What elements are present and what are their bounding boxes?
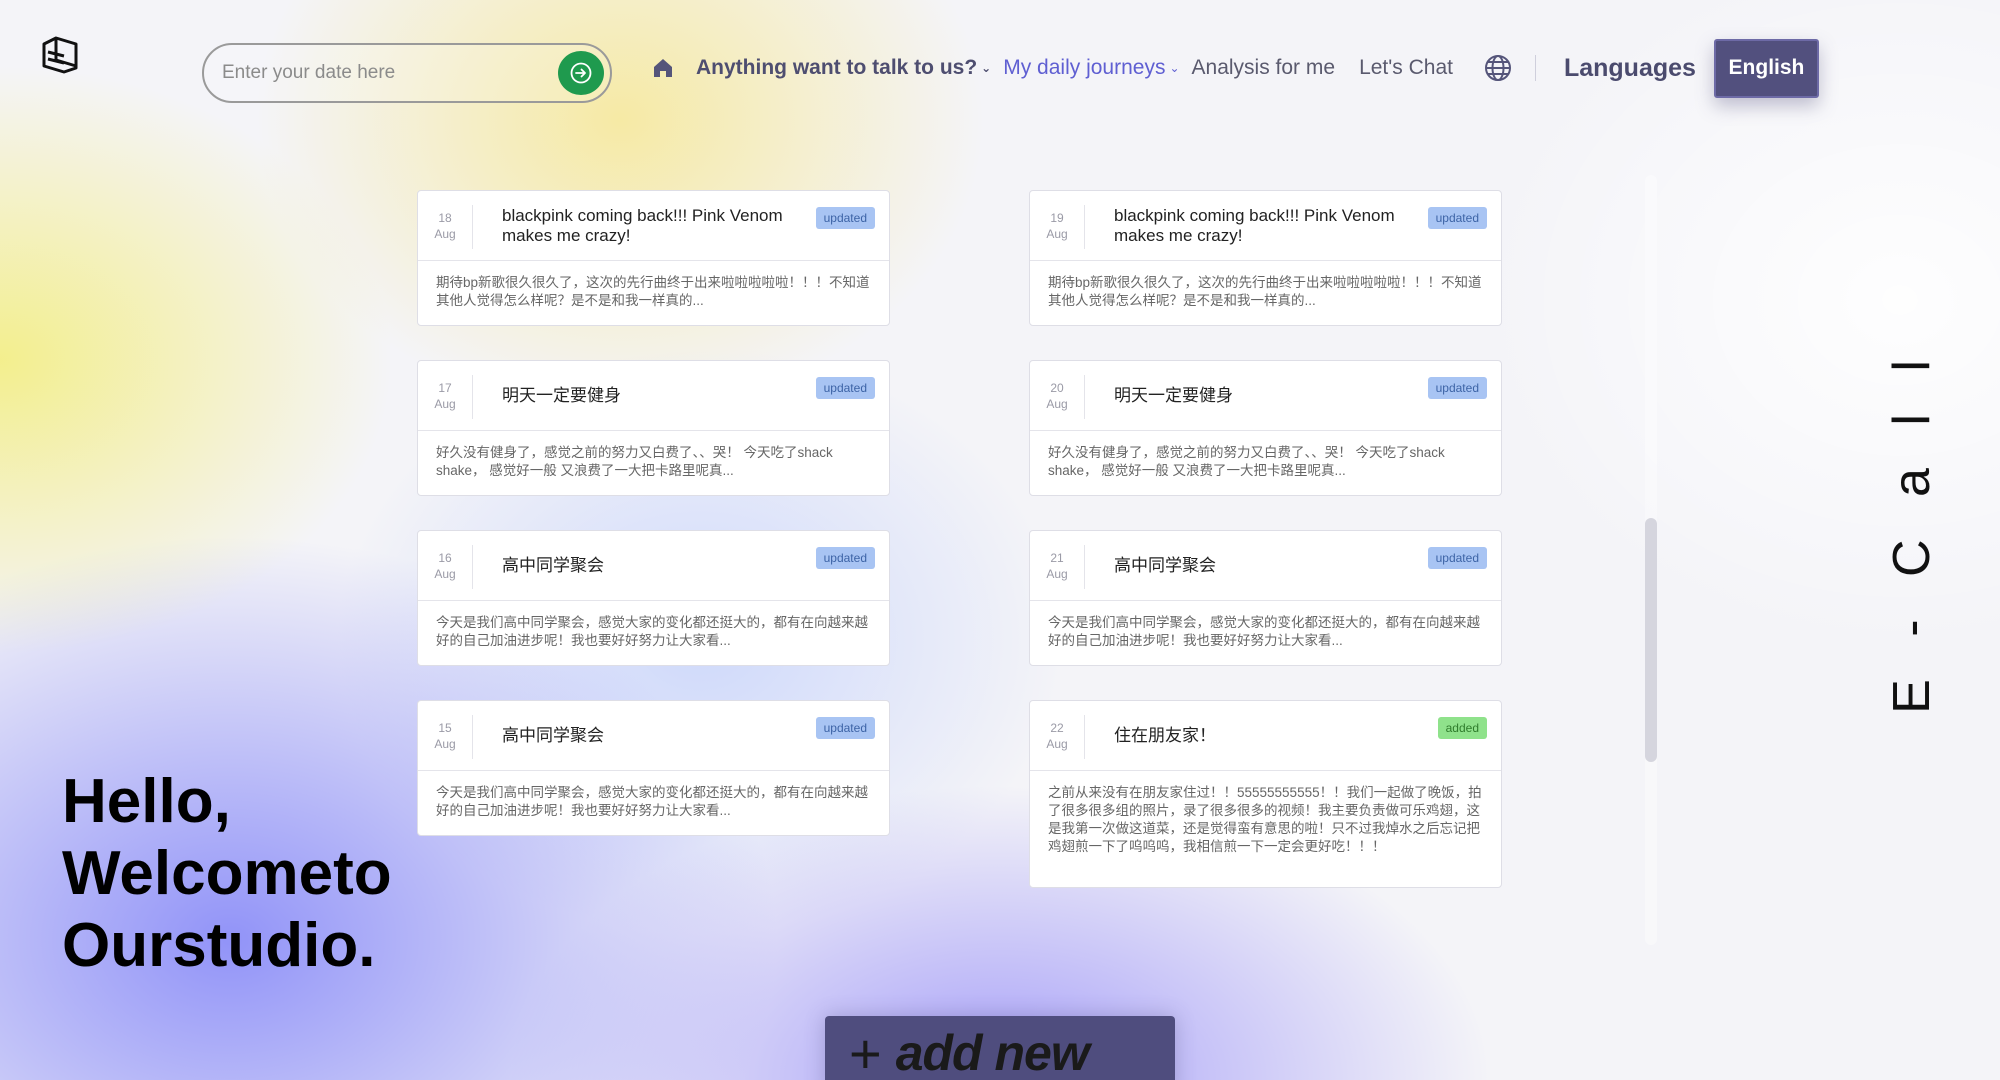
top-navigation: Anything want to talk to us? ⌄ My daily … (650, 38, 1819, 98)
status-badge: updated (815, 717, 875, 739)
card-title: 住在朋友家！ (1114, 726, 1216, 745)
card-title: blackpink coming back!!! Pink Venom make… (502, 206, 783, 245)
status-badge: updated (1427, 547, 1487, 569)
card-date: 15 Aug (418, 715, 473, 759)
language-english-button[interactable]: English (1713, 38, 1819, 98)
nav-lets-chat[interactable]: Let's Chat (1359, 56, 1453, 80)
languages-label: Languages (1563, 53, 1696, 82)
card-date: 17 Aug (418, 375, 473, 419)
card-date: 16 Aug (418, 545, 473, 589)
hero-line-2: Welcometo (62, 839, 392, 908)
logo-icon[interactable] (40, 34, 80, 74)
card-preview: 今天是我们高中同学聚会，感觉大家的变化都还挺大的，都有在向越来越好的自己加油进步… (1048, 615, 1480, 648)
card-header: 19 Aug blackpink coming back!!! Pink Veno… (1030, 191, 1501, 261)
hero-line-1: Hello, (62, 767, 231, 836)
status-badge: updated (1427, 207, 1487, 229)
card-title: 明天一定要健身 (502, 386, 621, 405)
card-title: 高中同学聚会 (502, 726, 604, 745)
hero-greeting: Hello, Welcometo Ourstudio. (62, 766, 392, 982)
journal-card[interactable]: 18 Aug blackpink coming back!!! Pink Veno… (417, 190, 890, 326)
journal-card[interactable]: 19 Aug blackpink coming back!!! Pink Veno… (1029, 190, 1502, 326)
card-preview: 期待bp新歌很久很久了，这次的先行曲终于出来啦啦啦啦啦！！！不知道其他人觉得怎么… (1048, 275, 1482, 308)
add-new-button[interactable]: + add new (825, 1016, 1175, 1080)
journal-card[interactable]: 21 Aug 高中同学聚会 updated 今天是我们高中同学聚会，感觉大家的变化… (1029, 530, 1502, 666)
card-preview: 好久没有健身了，感觉之前的努力又白费了、、哭！ 今天吃了shack shake，… (1048, 445, 1445, 478)
card-title: blackpink coming back!!! Pink Venom make… (1114, 206, 1395, 245)
scrollbar-thumb[interactable] (1645, 518, 1657, 762)
card-header: 21 Aug 高中同学聚会 updated (1030, 531, 1501, 601)
plus-icon: + (849, 1022, 882, 1080)
globe-icon[interactable] (1483, 53, 1513, 83)
card-header: 18 Aug blackpink coming back!!! Pink Veno… (418, 191, 889, 261)
card-header: 15 Aug 高中同学聚会 updated (418, 701, 889, 771)
search-submit-button[interactable] (558, 51, 604, 95)
nav-analysis-label: Analysis for me (1191, 56, 1336, 79)
date-search-box (202, 43, 612, 103)
status-badge: updated (815, 377, 875, 399)
date-search-input[interactable] (222, 45, 542, 101)
status-badge: added (1437, 717, 1487, 739)
card-preview: 好久没有健身了，感觉之前的努力又白费了、、哭！ 今天吃了shack shake，… (436, 445, 833, 478)
card-title: 高中同学聚会 (1114, 556, 1216, 575)
card-date: 19 Aug (1030, 205, 1085, 249)
status-badge: updated (1427, 377, 1487, 399)
chevron-down-icon: ⌄ (981, 61, 992, 75)
card-preview: 今天是我们高中同学聚会，感觉大家的变化都还挺大的，都有在向越来越好的自己加油进步… (436, 785, 868, 818)
card-date: 18 Aug (418, 205, 473, 249)
card-header: 16 Aug 高中同学聚会 updated (418, 531, 889, 601)
journal-card[interactable]: 15 Aug 高中同学聚会 updated 今天是我们高中同学聚会，感觉大家的变化… (417, 700, 890, 836)
card-header: 20 Aug 明天一定要健身 updated (1030, 361, 1501, 431)
nav-journeys-label: My daily journeys (1003, 56, 1166, 79)
side-text-label: E - C a l l (1883, 346, 1942, 714)
card-preview: 今天是我们高中同学聚会，感觉大家的变化都还挺大的，都有在向越来越好的自己加油进步… (436, 615, 868, 648)
journal-card[interactable]: 22 Aug 住在朋友家！ added 之前从来没有在朋友家住过！！5555555… (1029, 700, 1502, 888)
nav-talk-label: Anything want to talk to us? (696, 56, 978, 79)
card-title: 高中同学聚会 (502, 556, 604, 575)
nav-daily-journeys[interactable]: My daily journeys ⌄ (1003, 56, 1179, 80)
journal-card[interactable]: 20 Aug 明天一定要健身 updated 好久没有健身了，感觉之前的努力又白费… (1029, 360, 1502, 496)
nav-divider (1534, 55, 1536, 81)
arrow-right-icon (570, 62, 592, 84)
nav-talk-to-us[interactable]: Anything want to talk to us? ⌄ (696, 56, 991, 80)
status-badge: updated (815, 547, 875, 569)
card-preview: 期待bp新歌很久很久了，这次的先行曲终于出来啦啦啦啦啦！！！不知道其他人觉得怎么… (436, 275, 870, 308)
status-badge: updated (815, 207, 875, 229)
hero-line-3: Ourstudio. (62, 911, 376, 980)
side-vertical-text: E - C a l l (1882, 346, 1942, 714)
chevron-down-icon: ⌄ (1169, 61, 1180, 75)
card-header: 17 Aug 明天一定要健身 updated (418, 361, 889, 431)
card-preview: 之前从来没有在朋友家住过！！55555555555！！我们一起做了晚饭，拍了很多… (1048, 785, 1482, 854)
nav-analysis[interactable]: Analysis for me (1192, 56, 1336, 80)
card-header: 22 Aug 住在朋友家！ added (1030, 701, 1501, 771)
journal-card[interactable]: 17 Aug 明天一定要健身 updated 好久没有健身了，感觉之前的努力又白费… (417, 360, 890, 496)
card-date: 22 Aug (1030, 715, 1085, 759)
card-date: 21 Aug (1030, 545, 1085, 589)
add-new-label: add new (895, 1025, 1090, 1080)
home-icon[interactable] (650, 55, 676, 81)
journal-card[interactable]: 16 Aug 高中同学聚会 updated 今天是我们高中同学聚会，感觉大家的变化… (417, 530, 890, 666)
card-date: 20 Aug (1030, 375, 1085, 419)
nav-chat-label: Let's Chat (1359, 56, 1453, 79)
card-title: 明天一定要健身 (1114, 386, 1233, 405)
